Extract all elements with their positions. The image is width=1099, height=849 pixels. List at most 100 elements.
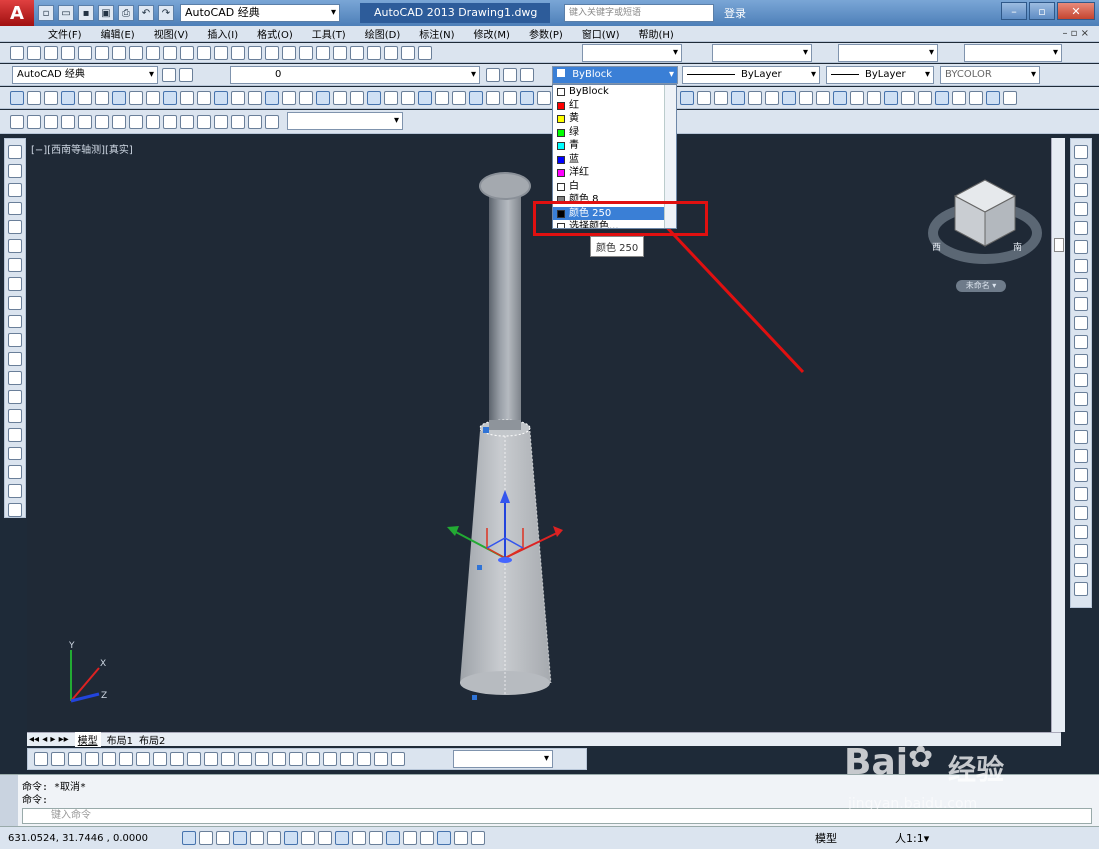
row3a-tool-icon[interactable] [231,91,245,105]
rightstrip-tool-icon[interactable] [1074,297,1088,311]
vertical-scroll-thumb[interactable] [1054,238,1064,252]
redo-tool-icon[interactable] [231,46,245,60]
row3a-tool-icon[interactable] [44,91,58,105]
dimicons-tool-icon[interactable] [323,752,337,766]
dimicons-tool-icon[interactable] [289,752,303,766]
rightstrip-tool-icon[interactable] [1074,506,1088,520]
row3b-tool-icon[interactable] [748,91,762,105]
row4-tool-icon[interactable] [180,115,194,129]
statusicons-tool-icon[interactable] [233,831,247,845]
match-properties-icon[interactable] [180,46,194,60]
zoom-previous-icon[interactable] [299,46,313,60]
row3a-tool-icon[interactable] [282,91,296,105]
row3a-tool-icon[interactable] [146,91,160,105]
viewcube[interactable]: 西 南 [928,179,1042,264]
leftstrip-tool-icon[interactable] [8,258,22,272]
3d-publish-icon[interactable] [112,46,126,60]
row4-tool-icon[interactable] [214,115,228,129]
row4-tool-icon[interactable] [129,115,143,129]
row3a-tool-icon[interactable] [401,91,415,105]
sheet-set-icon[interactable] [367,46,381,60]
leftstrip-tool-icon[interactable] [8,446,22,461]
make-current-icon[interactable] [486,68,500,82]
rightstrip-tool-icon[interactable] [1074,563,1088,577]
vertical-scrollbar[interactable] [1051,138,1065,732]
dimicons-tool-icon[interactable] [306,752,320,766]
text-style-select[interactable] [582,44,682,62]
leftstrip-tool-icon[interactable] [8,503,22,517]
statusicons-tool-icon[interactable] [369,831,383,845]
row3a-tool-icon[interactable] [503,91,517,105]
dimicons-tool-icon[interactable] [221,752,235,766]
row3b-tool-icon[interactable] [833,91,847,105]
leftstrip-tool-icon[interactable] [8,333,22,348]
leftstrip-tool-icon[interactable] [8,484,22,499]
row3b-tool-icon[interactable] [765,91,779,105]
save-file-icon[interactable] [44,46,58,60]
tab-layout1[interactable]: 布局1 [107,732,133,747]
tool-palettes-icon[interactable] [350,46,364,60]
plot-icon[interactable]: ⎙ [118,5,134,21]
row4-tool-icon[interactable] [163,115,177,129]
row4-tool-icon[interactable] [78,115,92,129]
row3a-tool-icon[interactable] [10,91,24,105]
workspace-combo[interactable]: AutoCAD 经典 [12,66,158,84]
leftstrip-tool-icon[interactable] [8,295,22,310]
statusicons-tool-icon[interactable] [318,831,332,845]
viewcube-ucs-menu[interactable]: 未命名 ▾ [956,280,1006,292]
close-button[interactable]: ✕ [1057,2,1095,20]
zoom-window-icon[interactable] [282,46,296,60]
row3a-tool-icon[interactable] [61,91,75,105]
statusicons-tool-icon[interactable] [199,831,213,845]
row3b-tool-icon[interactable] [714,91,728,105]
color-option[interactable]: 洋红 [553,166,676,180]
rightstrip-tool-icon[interactable] [1074,183,1088,197]
row3b-tool-icon[interactable] [867,91,881,105]
statusicons-tool-icon[interactable] [284,831,298,845]
workspace-settings-icon[interactable] [162,68,176,82]
row3a-tool-icon[interactable] [78,91,92,105]
row3a-tool-icon[interactable] [214,91,228,105]
row4-tool-icon[interactable] [10,115,24,129]
rightstrip-tool-icon[interactable] [1074,316,1088,330]
row3b-tool-icon[interactable] [697,91,711,105]
save-icon[interactable]: ▪ [78,5,94,21]
menu-insert[interactable]: 插入(I) [207,26,238,41]
redo-icon[interactable]: ↷ [158,5,174,21]
statusicons-tool-icon[interactable] [301,831,315,845]
color-option[interactable]: 白 [553,180,676,194]
statusicons-tool-icon[interactable] [182,831,196,845]
lineweight-select[interactable]: ByLayer [826,66,934,84]
row3a-tool-icon[interactable] [27,91,41,105]
dimicons-tool-icon[interactable] [374,752,388,766]
statusicons-tool-icon[interactable] [335,831,349,845]
dimicons-tool-icon[interactable] [170,752,184,766]
menu-format[interactable]: 格式(O) [257,26,293,41]
zoom-realtime-icon[interactable] [265,46,279,60]
row3a-tool-icon[interactable] [333,91,347,105]
row3a-tool-icon[interactable] [520,91,534,105]
rightstrip-tool-icon[interactable] [1074,240,1088,254]
row3a-tool-icon[interactable] [163,91,177,105]
row3b-tool-icon[interactable] [986,91,1000,105]
undo-icon[interactable]: ↶ [138,5,154,21]
menu-dimension[interactable]: 标注(N) [419,26,454,41]
leftstrip-tool-icon[interactable] [8,427,22,442]
dimicons-tool-icon[interactable] [68,752,82,766]
dimicons-tool-icon[interactable] [391,752,405,766]
statusicons-tool-icon[interactable] [267,831,281,845]
dimicons-tool-icon[interactable] [255,752,269,766]
coordinates-readout[interactable]: 631.0524, 31.7446 , 0.0000 [8,833,178,844]
statusicons-tool-icon[interactable] [437,831,451,845]
row3a-tool-icon[interactable] [265,91,279,105]
leftstrip-tool-icon[interactable] [8,201,22,216]
open-icon[interactable]: ▭ [58,5,74,21]
row3a-tool-icon[interactable] [129,91,143,105]
row4-tool-icon[interactable] [248,115,262,129]
leftstrip-tool-icon[interactable] [8,276,22,291]
cut-icon[interactable] [129,46,143,60]
leftstrip-tool-icon[interactable] [8,352,22,367]
block-editor-icon[interactable] [197,46,211,60]
row3a-tool-icon[interactable] [384,91,398,105]
rightstrip-tool-icon[interactable] [1074,544,1088,558]
